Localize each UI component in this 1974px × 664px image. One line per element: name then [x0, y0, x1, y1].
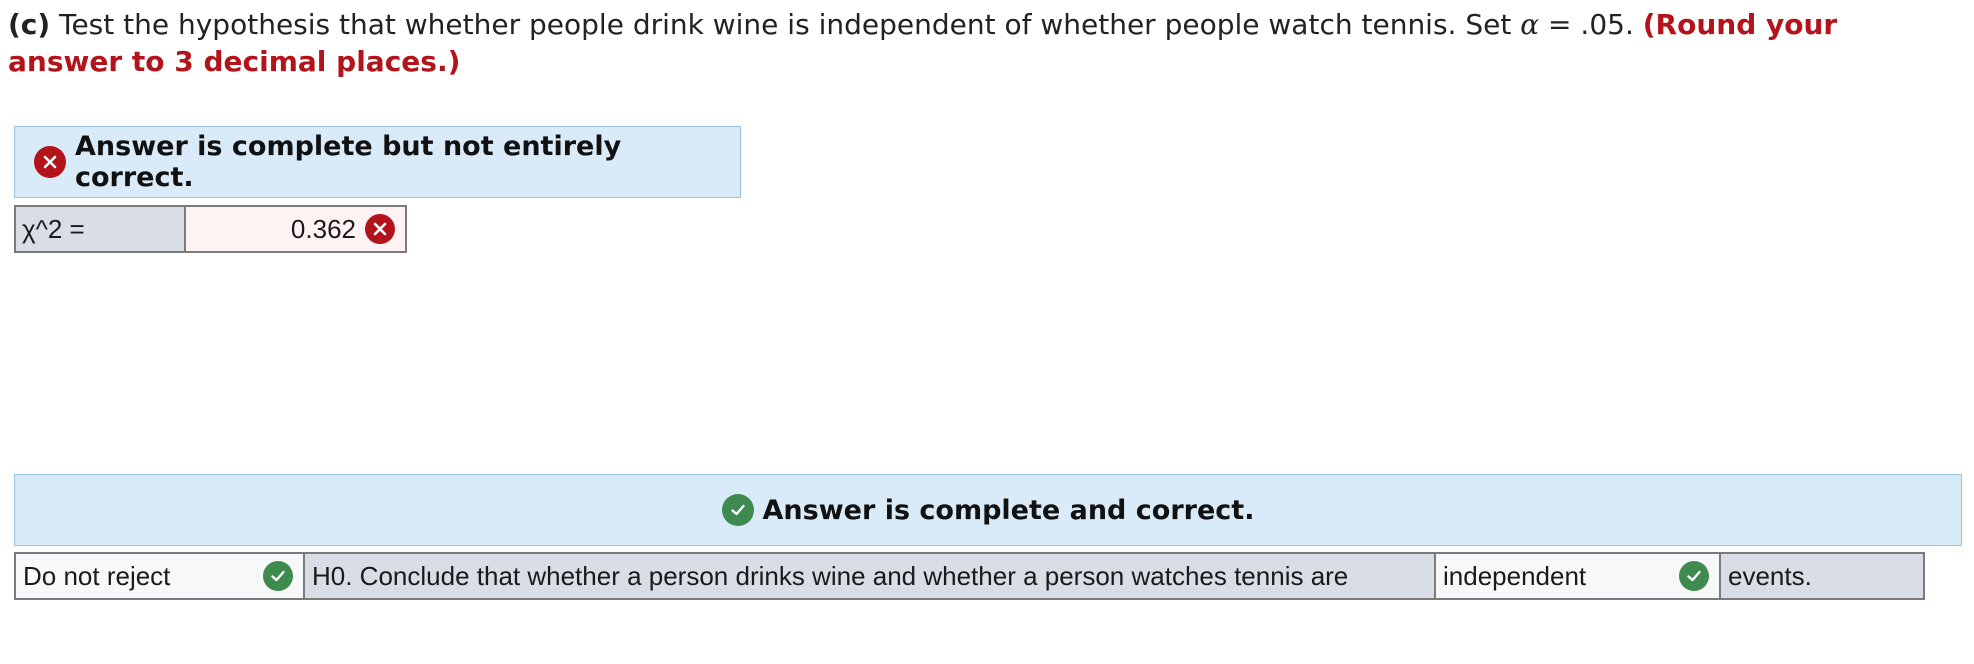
banner-message: Answer is complete but not entirely corr…: [75, 131, 622, 193]
check-circle-icon: [263, 561, 293, 591]
correct-answer-banner: Answer is complete and correct.: [14, 474, 1962, 546]
conclusion-end-text: events.: [1721, 554, 1923, 598]
conclusion-row: Do not reject H0. Conclude that whether …: [14, 552, 1925, 600]
question-prompt: (c) Test the hypothesis that whether peo…: [8, 6, 1958, 80]
chi-square-answer-row: χ^2 = 0.362: [14, 205, 407, 253]
chi-square-label: χ^2 =: [16, 207, 186, 251]
question-part-label: (c): [8, 8, 51, 41]
alpha-value-text: = .05.: [1539, 8, 1643, 41]
chi-square-value: 0.362: [290, 213, 356, 244]
decision-dropdown[interactable]: Do not reject: [16, 554, 305, 598]
incorrect-answer-banner: Answer is complete but not entirely corr…: [14, 126, 741, 198]
x-circle-icon: [34, 146, 66, 178]
relation-value: independent: [1443, 560, 1587, 591]
check-circle-icon: [721, 494, 754, 526]
chi-square-input[interactable]: 0.362: [186, 207, 405, 251]
banner-message: Answer is complete and correct.: [762, 494, 1255, 526]
check-circle-icon: [1679, 561, 1709, 591]
decision-value: Do not reject: [23, 560, 171, 591]
x-circle-icon: [365, 214, 395, 244]
conclusion-text: H0. Conclude that whether a person drink…: [305, 554, 1436, 598]
relation-dropdown[interactable]: independent: [1436, 554, 1721, 598]
question-text: Test the hypothesis that whether people …: [50, 8, 1521, 41]
alpha-symbol: α: [1520, 8, 1540, 41]
